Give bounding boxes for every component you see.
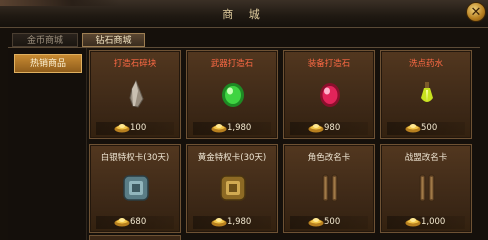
tab-diamond-shop[interactable]: 钻石商城 <box>82 33 145 47</box>
category-hot-items[interactable]: 热销商品 <box>14 54 82 73</box>
potion-icon <box>421 82 433 102</box>
shop-item-card[interactable]: 武器打造石 1,980 <box>186 50 278 139</box>
item-price: 1,980 <box>227 123 252 133</box>
gold-ingot-icon <box>114 124 130 133</box>
price-bar: 1,980 <box>193 122 271 135</box>
next-row-card-edge <box>89 235 181 240</box>
shop-item-card[interactable]: 白银特权卡(30天) 680 <box>89 144 181 233</box>
shop-item-card[interactable]: 黄金特权卡(30天) 1,980 <box>186 144 278 233</box>
title-bar: 商 城 ✕ <box>0 0 488 28</box>
item-price: 1,000 <box>421 217 446 227</box>
item-price: 980 <box>324 123 341 133</box>
item-price: 500 <box>324 217 341 227</box>
item-name: 洗点药水 <box>408 59 443 69</box>
tab-gold-shop[interactable]: 金币商城 <box>12 33 78 47</box>
item-name: 角色改名卡 <box>307 153 351 163</box>
red-gem-icon <box>320 83 340 107</box>
item-price: 500 <box>421 123 438 133</box>
gold-card-icon <box>220 175 246 201</box>
green-gem-icon <box>222 83 244 107</box>
gold-ingot-icon <box>405 124 421 133</box>
gold-ingot-icon <box>308 124 324 133</box>
item-price: 100 <box>130 123 147 133</box>
shop-item-card[interactable]: 打造石碎块 100 <box>89 50 181 139</box>
gold-ingot-icon <box>114 218 130 227</box>
close-icon: ✕ <box>470 5 482 20</box>
price-bar: 680 <box>96 216 174 229</box>
price-bar: 100 <box>96 122 174 135</box>
scroll-icon <box>322 174 338 202</box>
category-sidebar: 热销商品 <box>8 48 87 240</box>
price-bar: 500 <box>387 122 465 135</box>
gold-ingot-icon <box>308 218 324 227</box>
window-title: 商 城 <box>222 8 266 21</box>
item-price: 1,980 <box>227 217 252 227</box>
item-name: 战盟改名卡 <box>404 153 448 163</box>
price-bar: 500 <box>290 216 368 229</box>
item-name: 装备打造石 <box>307 59 351 69</box>
shop-window: 商 城 ✕ 金币商城 钻石商城 热销商品 打造石碎块 100 武器打造石 1,9… <box>0 0 488 240</box>
item-name: 打造石碎块 <box>113 59 157 69</box>
gold-ingot-icon <box>211 124 227 133</box>
shop-item-card[interactable]: 战盟改名卡 1,000 <box>380 144 472 233</box>
gold-ingot-icon <box>211 218 227 227</box>
item-price: 680 <box>130 217 147 227</box>
close-button[interactable]: ✕ <box>466 2 486 22</box>
item-name: 武器打造石 <box>210 59 254 69</box>
stone-shard-icon <box>129 79 144 108</box>
shop-item-card[interactable]: 角色改名卡 500 <box>283 144 375 233</box>
shop-item-card[interactable]: 装备打造石 980 <box>283 50 375 139</box>
item-name: 黄金特权卡(30天) <box>197 153 267 163</box>
shop-item-card[interactable]: 洗点药水 500 <box>380 50 472 139</box>
price-bar: 980 <box>290 122 368 135</box>
price-bar: 1,980 <box>193 216 271 229</box>
silver-card-icon <box>123 175 149 201</box>
item-name: 白银特权卡(30天) <box>100 153 170 163</box>
scroll-icon <box>419 174 435 202</box>
price-bar: 1,000 <box>387 216 465 229</box>
gold-ingot-icon <box>405 218 421 227</box>
